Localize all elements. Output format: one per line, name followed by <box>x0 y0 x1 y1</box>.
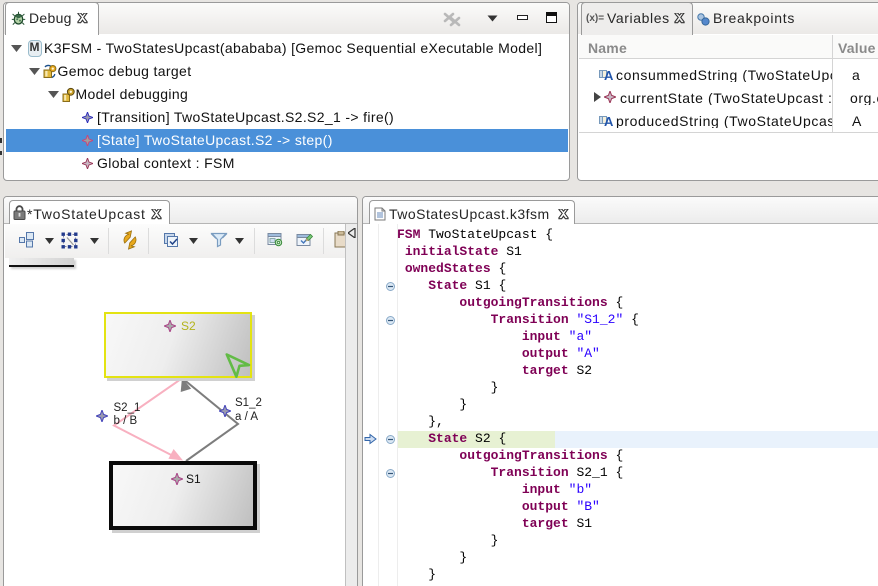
svg-text:A: A <box>604 114 614 128</box>
svg-text:A: A <box>604 68 614 82</box>
